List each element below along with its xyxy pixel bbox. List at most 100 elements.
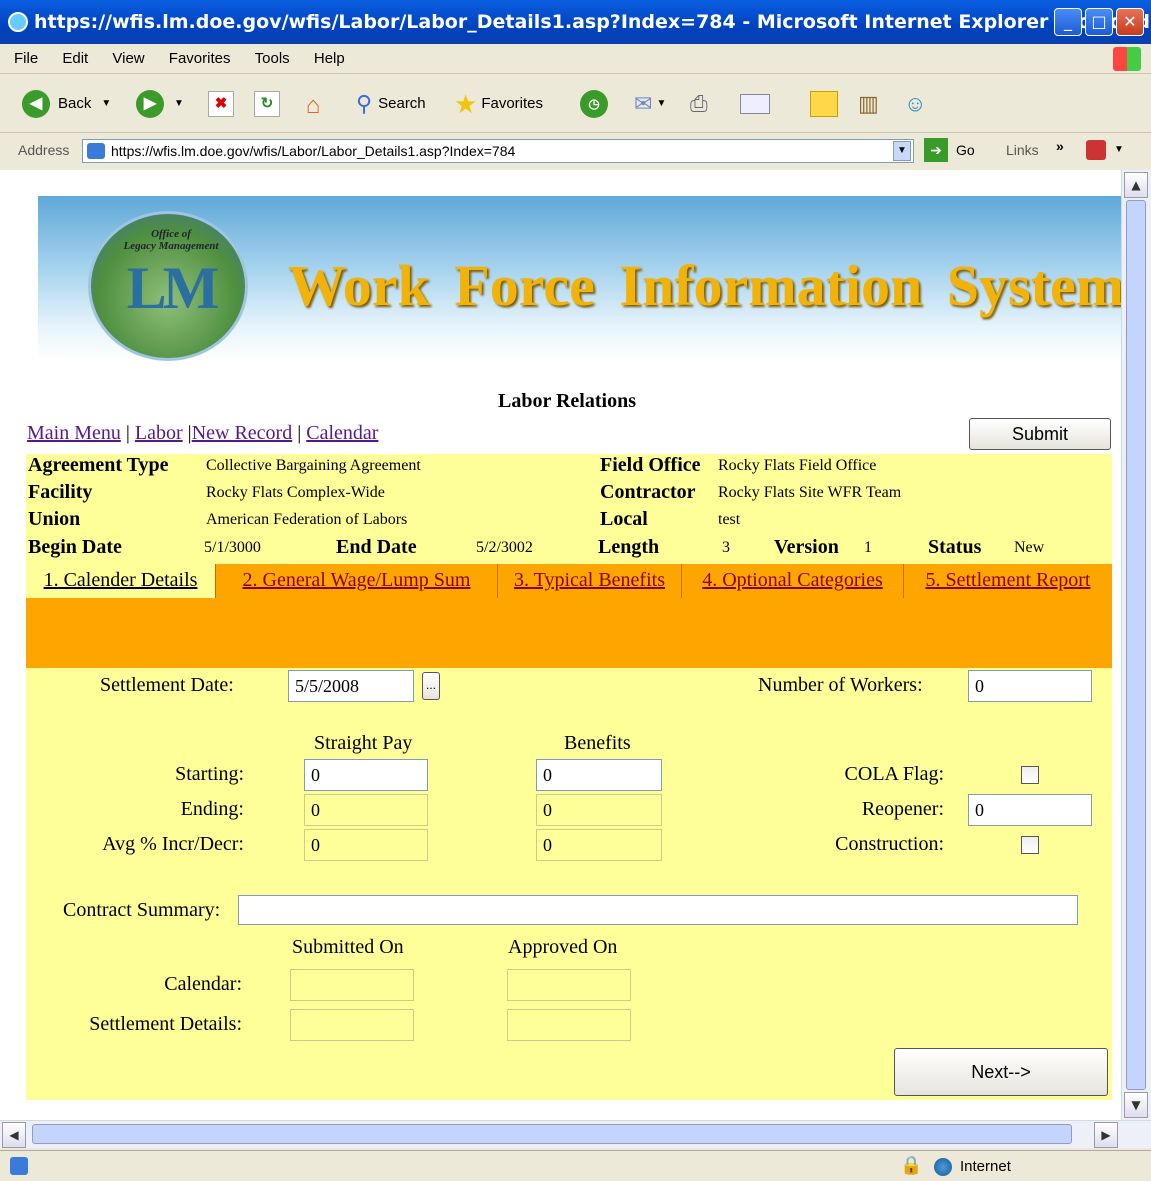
status-bar: 🔒 Internet <box>0 1150 1151 1181</box>
back-dropdown-icon[interactable]: ▼ <box>101 89 111 119</box>
starting-pay-input[interactable]: 0 <box>304 759 428 791</box>
tab-header-band <box>26 598 1112 668</box>
forward-button[interactable]: ▶ ▼ <box>136 89 184 119</box>
notes-button[interactable] <box>810 89 838 119</box>
submit-button[interactable]: Submit <box>969 418 1111 450</box>
status-label: Status <box>928 536 982 558</box>
internet-zone-icon <box>934 1158 952 1176</box>
windows-logo-icon <box>1113 47 1141 71</box>
submitted-on-header: Submitted On <box>292 936 404 958</box>
scroll-right-icon[interactable]: ▶ <box>1094 1122 1118 1148</box>
research-button[interactable]: ▥ <box>858 89 879 119</box>
mail-button[interactable]: ✉ ▼ <box>634 89 666 119</box>
date-picker-button[interactable]: ... <box>422 672 440 700</box>
pdf-dropdown-icon[interactable]: ▼ <box>1114 144 1124 155</box>
stop-button[interactable]: ✖ <box>208 89 234 119</box>
tab-general-wage[interactable]: 2. General Wage/Lump Sum <box>216 564 498 598</box>
menu-favorites[interactable]: Favorites <box>169 44 231 74</box>
address-dropdown-icon[interactable]: ▼ <box>893 141 911 161</box>
local-value: test <box>718 511 741 528</box>
reopener-input[interactable]: 0 <box>968 794 1092 826</box>
tab-settlement-report[interactable]: 5. Settlement Report <box>904 564 1112 598</box>
vertical-scrollbar[interactable]: ▲ ▼ <box>1121 170 1151 1120</box>
address-bar: Address https://wfis.lm.doe.gov/wfis/Lab… <box>0 134 1151 168</box>
scroll-down-icon[interactable]: ▼ <box>1124 1092 1148 1118</box>
tab-typical-benefits[interactable]: 3. Typical Benefits <box>498 564 682 598</box>
settlement-submitted-on-input[interactable] <box>290 1009 414 1041</box>
number-of-workers-input[interactable]: 0 <box>968 670 1092 702</box>
tab-optional-categories-label: 4. Optional Categories <box>702 569 883 591</box>
stop-icon: ✖ <box>208 91 234 117</box>
address-input[interactable]: https://wfis.lm.doe.gov/wfis/Labor/Labor… <box>82 139 914 163</box>
settlement-approved-on-input[interactable] <box>507 1009 631 1041</box>
minimize-button[interactable]: _ <box>1054 8 1082 36</box>
union-value: American Federation of Labors <box>206 511 408 528</box>
horizontal-scroll-thumb[interactable] <box>32 1124 1072 1144</box>
straight-pay-header: Straight Pay <box>314 732 413 754</box>
begin-date-label: Begin Date <box>28 536 122 558</box>
lm-logo: Office of Legacy Management LM <box>88 211 248 361</box>
menu-file[interactable]: File <box>14 44 38 74</box>
search-button[interactable]: ⚲ Search <box>356 89 426 119</box>
ending-label: Ending: <box>180 798 244 820</box>
construction-label: Construction: <box>835 833 944 855</box>
benefits-header: Benefits <box>564 732 631 754</box>
search-icon: ⚲ <box>356 91 373 116</box>
refresh-button[interactable]: ↻ <box>254 89 280 119</box>
nav-labor[interactable]: Labor <box>135 422 183 444</box>
cola-flag-checkbox[interactable] <box>1021 766 1039 784</box>
ending-benefits-input[interactable]: 0 <box>536 794 662 826</box>
tab-optional-categories[interactable]: 4. Optional Categories <box>682 564 904 598</box>
calendar-approved-on-input[interactable] <box>507 969 631 1001</box>
edit-icon <box>740 94 770 114</box>
tab-general-wage-label: 2. General Wage/Lump Sum <box>242 569 471 591</box>
home-icon: ⌂ <box>305 92 321 119</box>
settlement-date-label: Settlement Date: <box>100 674 234 696</box>
nav-calendar[interactable]: Calendar <box>306 422 378 444</box>
ending-pay-input[interactable]: 0 <box>304 794 428 826</box>
back-button[interactable]: ◀ Back ▼ <box>22 89 111 119</box>
agreement-type-label: Agreement Type <box>28 454 169 476</box>
horizontal-scrollbar[interactable]: ◀ ▶ <box>0 1120 1151 1148</box>
research-icon: ▥ <box>858 91 879 116</box>
close-button[interactable]: ✕ <box>1116 8 1144 36</box>
calendar-submitted-on-input[interactable] <box>290 969 414 1001</box>
contractor-label: Contractor <box>600 481 696 503</box>
tab-calender-details[interactable]: 1. Calender Details <box>26 564 216 598</box>
go-button[interactable]: Go <box>956 142 975 158</box>
messenger-button[interactable]: ☺ <box>904 89 926 119</box>
settlement-date-input[interactable]: 5/5/2008 <box>288 670 414 702</box>
nav-main-menu[interactable]: Main Menu <box>27 422 121 444</box>
approved-on-header: Approved On <box>508 936 618 958</box>
avg-benefits-input[interactable]: 0 <box>536 829 662 861</box>
scroll-up-icon[interactable]: ▲ <box>1124 172 1148 198</box>
pdf-icon[interactable] <box>1086 140 1106 160</box>
nav-new-record[interactable]: New Record <box>192 422 293 444</box>
links-label[interactable]: Links <box>1006 142 1039 158</box>
address-label: Address <box>18 142 70 158</box>
menu-edit[interactable]: Edit <box>62 44 88 74</box>
menu-help[interactable]: Help <box>314 44 345 74</box>
links-chevron-icon[interactable]: » <box>1056 138 1064 154</box>
favorites-button[interactable]: ★ Favorites <box>454 89 543 119</box>
avg-pay-input[interactable]: 0 <box>304 829 428 861</box>
contract-summary-input[interactable] <box>238 895 1078 925</box>
starting-benefits-input[interactable]: 0 <box>536 759 662 791</box>
scroll-left-icon[interactable]: ◀ <box>2 1122 26 1148</box>
forward-arrow-icon: ▶ <box>136 90 164 118</box>
print-button[interactable]: ⎙ <box>690 89 708 119</box>
page-title: Labor Relations <box>498 390 636 412</box>
history-button[interactable]: ◷ <box>580 89 608 119</box>
edit-button[interactable] <box>740 89 770 119</box>
construction-checkbox[interactable] <box>1021 836 1039 854</box>
go-arrow-icon[interactable]: ➔ <box>924 138 948 162</box>
menu-view[interactable]: View <box>112 44 144 74</box>
vertical-scroll-thumb[interactable] <box>1126 200 1146 1090</box>
version-label: Version <box>774 536 839 558</box>
maximize-button[interactable]: □ <box>1085 8 1113 36</box>
home-button[interactable]: ⌂ <box>298 89 328 119</box>
next-button[interactable]: Next--> <box>894 1048 1108 1096</box>
mail-dropdown-icon[interactable]: ▼ <box>656 89 666 119</box>
forward-dropdown-icon[interactable]: ▼ <box>174 89 184 119</box>
menu-tools[interactable]: Tools <box>255 44 290 74</box>
